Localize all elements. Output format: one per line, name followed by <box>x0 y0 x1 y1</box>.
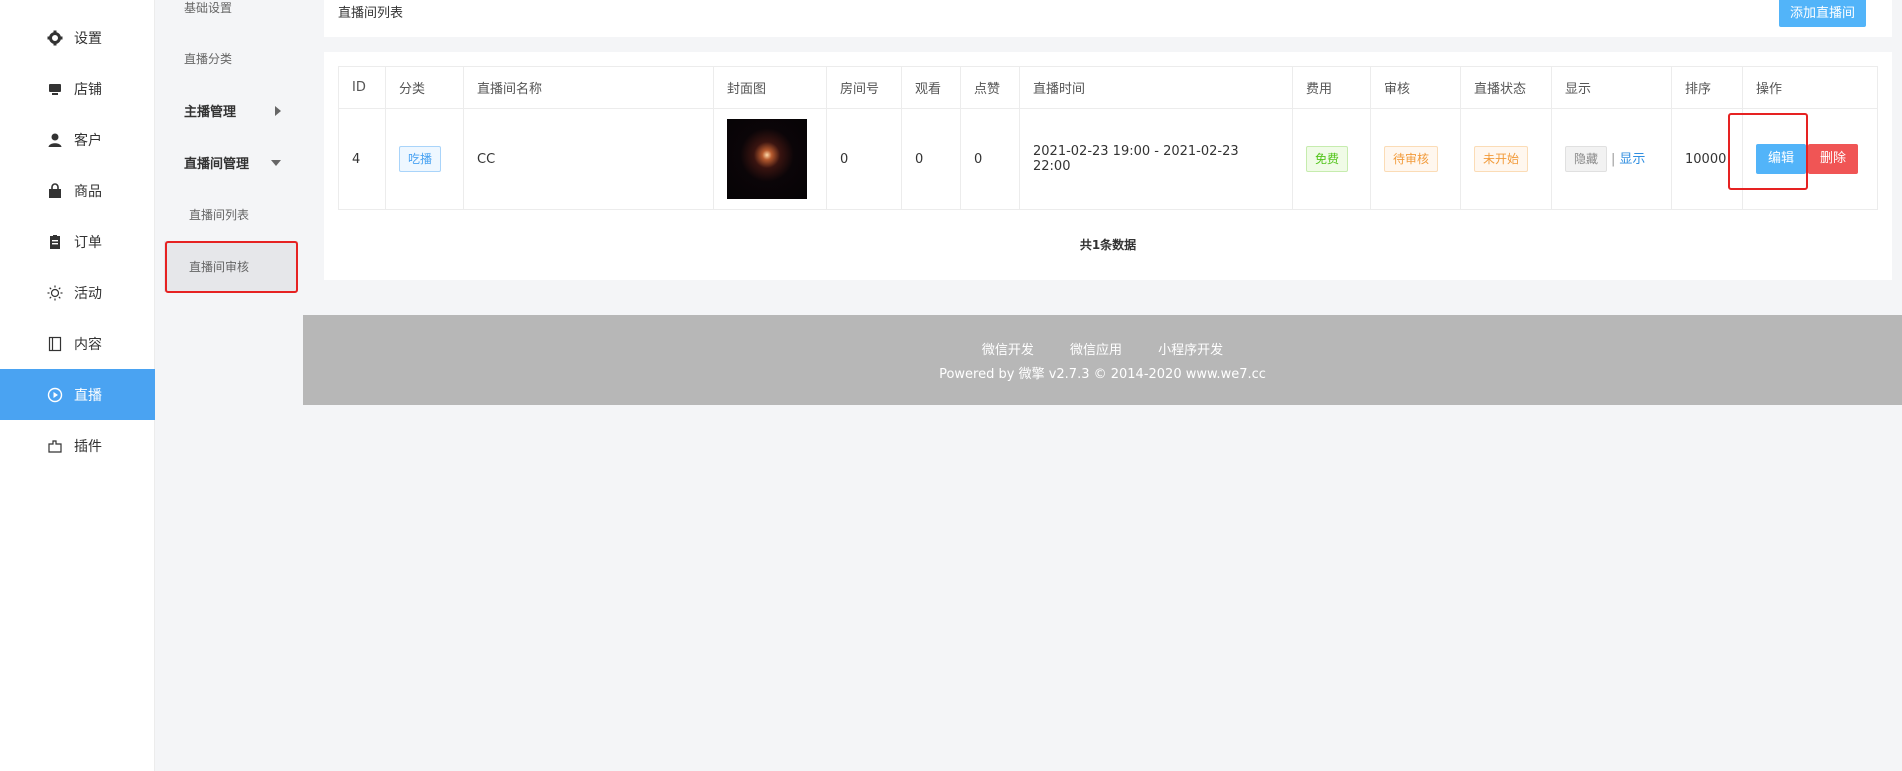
footer-link-miniprogram[interactable]: 小程序开发 <box>1158 343 1223 358</box>
cell-category: 吃播 <box>385 108 464 210</box>
cell-room-no: 0 <box>826 108 902 210</box>
col-time: 直播时间 <box>1019 66 1293 109</box>
book-icon <box>46 335 64 353</box>
nav-label: 直播 <box>74 387 102 404</box>
nav-item-activity[interactable]: 活动 <box>0 267 155 318</box>
cell-id: 4 <box>338 108 386 210</box>
nav-item-content[interactable]: 内容 <box>0 318 155 369</box>
nav-item-goods[interactable]: 商品 <box>0 165 155 216</box>
hide-tag[interactable]: 隐藏 <box>1565 146 1608 172</box>
cell-status: 未开始 <box>1460 108 1552 210</box>
page-header: 直播间列表 添加直播间 <box>324 0 1892 37</box>
cell-cover <box>713 108 827 210</box>
subnav-group-label: 主播管理 <box>184 105 237 120</box>
page-title: 直播间列表 <box>338 6 404 21</box>
sun-icon <box>46 284 64 302</box>
plugin-icon <box>46 437 64 455</box>
subnav-room-review[interactable]: 直播间审核 <box>164 241 298 292</box>
col-review: 审核 <box>1370 66 1461 109</box>
cell-actions: 编辑 删除 <box>1742 108 1878 210</box>
nav-item-plugin[interactable]: 插件 <box>0 420 155 471</box>
nav-label: 内容 <box>74 336 102 353</box>
col-actions: 操作 <box>1742 66 1878 109</box>
nav-item-customer[interactable]: 客户 <box>0 114 155 165</box>
delete-button[interactable]: 删除 <box>1808 144 1859 174</box>
col-room-no: 房间号 <box>826 66 902 109</box>
subnav-room-list[interactable]: 直播间列表 <box>155 189 303 240</box>
nav-label: 活动 <box>74 285 102 302</box>
total-count: 共1条数据 <box>1079 238 1137 252</box>
play-circle-icon <box>46 386 64 404</box>
subnav-live-category[interactable]: 直播分类 <box>155 33 303 84</box>
cell-views: 0 <box>901 108 961 210</box>
room-table: ID 分类 直播间名称 封面图 房间号 观看 点赞 直播时间 费用 审核 直播状… <box>338 66 1878 210</box>
edit-button[interactable]: 编辑 <box>1756 144 1807 174</box>
nav-item-settings[interactable]: 设置 <box>0 12 155 63</box>
gear-icon <box>46 29 64 47</box>
category-tag: 吃播 <box>399 146 442 172</box>
col-display: 显示 <box>1551 66 1672 109</box>
cell-likes: 0 <box>960 108 1020 210</box>
table-header-row: ID 分类 直播间名称 封面图 房间号 观看 点赞 直播时间 费用 审核 直播状… <box>338 66 1878 109</box>
col-sort: 排序 <box>1671 66 1743 109</box>
clipboard-icon <box>46 233 64 251</box>
footer-copyright: Powered by 微擎 v2.7.3 © 2014-2020 www.we7… <box>939 367 1266 382</box>
cell-time: 2021-02-23 19:00 - 2021-02-23 22:00 <box>1019 108 1293 210</box>
separator: | <box>1611 152 1616 167</box>
cell-fee: 免费 <box>1292 108 1371 210</box>
add-room-button[interactable]: 添加直播间 <box>1778 0 1866 27</box>
caret-right-icon <box>275 105 281 116</box>
fee-tag: 免费 <box>1306 146 1349 172</box>
subnav-room-mgmt[interactable]: 直播间管理 <box>155 137 303 188</box>
col-fee: 费用 <box>1292 66 1371 109</box>
col-category: 分类 <box>385 66 464 109</box>
footer-link-wechat-dev[interactable]: 微信开发 <box>982 343 1034 358</box>
col-status: 直播状态 <box>1460 66 1552 109</box>
cell-name: CC <box>463 108 714 210</box>
review-tag: 待审核 <box>1384 146 1439 172</box>
bag-icon <box>46 182 64 200</box>
cell-display: 隐藏 | 显示 <box>1551 108 1672 210</box>
col-likes: 点赞 <box>960 66 1020 109</box>
col-views: 观看 <box>901 66 961 109</box>
col-cover: 封面图 <box>713 66 827 109</box>
cell-sort: 10000 <box>1671 108 1743 210</box>
table-row: 4 吃播 CC 0 0 0 2021-02-23 19:00 - 2021-02… <box>338 108 1878 210</box>
user-icon <box>46 131 64 149</box>
nav-label: 设置 <box>74 30 102 47</box>
primary-sidebar: 设置 店铺 客户 商品 订单 活动 内容 直播 插件 <box>0 0 155 771</box>
nav-label: 商品 <box>74 183 102 200</box>
store-icon <box>46 80 64 98</box>
subnav-basic-settings[interactable]: 基础设置 <box>155 0 303 33</box>
col-id: ID <box>338 66 386 109</box>
caret-down-icon <box>271 159 281 166</box>
nav-item-store[interactable]: 店铺 <box>0 63 155 114</box>
nav-label: 订单 <box>74 234 102 251</box>
cover-image[interactable] <box>727 119 807 199</box>
footer-link-wechat-app[interactable]: 微信应用 <box>1070 343 1122 358</box>
show-link[interactable]: 显示 <box>1619 152 1645 167</box>
nav-label: 插件 <box>74 438 102 455</box>
nav-item-orders[interactable]: 订单 <box>0 216 155 267</box>
room-table-panel: ID 分类 直播间名称 封面图 房间号 观看 点赞 直播时间 费用 审核 直播状… <box>324 52 1892 280</box>
footer: 微信开发 微信应用 小程序开发 Powered by 微擎 v2.7.3 © 2… <box>303 315 1902 405</box>
nav-item-live[interactable]: 直播 <box>0 369 155 420</box>
nav-label: 店铺 <box>74 81 102 98</box>
col-name: 直播间名称 <box>463 66 714 109</box>
cell-review: 待审核 <box>1370 108 1461 210</box>
subnav-group-label: 直播间管理 <box>184 157 250 172</box>
footer-links: 微信开发 微信应用 小程序开发 <box>303 339 1902 358</box>
secondary-sidebar: 基础设置 直播分类 主播管理 直播间管理 直播间列表 直播间审核 <box>155 0 303 771</box>
status-tag: 未开始 <box>1474 146 1529 172</box>
subnav-anchor-mgmt[interactable]: 主播管理 <box>155 85 303 136</box>
nav-label: 客户 <box>74 132 102 149</box>
